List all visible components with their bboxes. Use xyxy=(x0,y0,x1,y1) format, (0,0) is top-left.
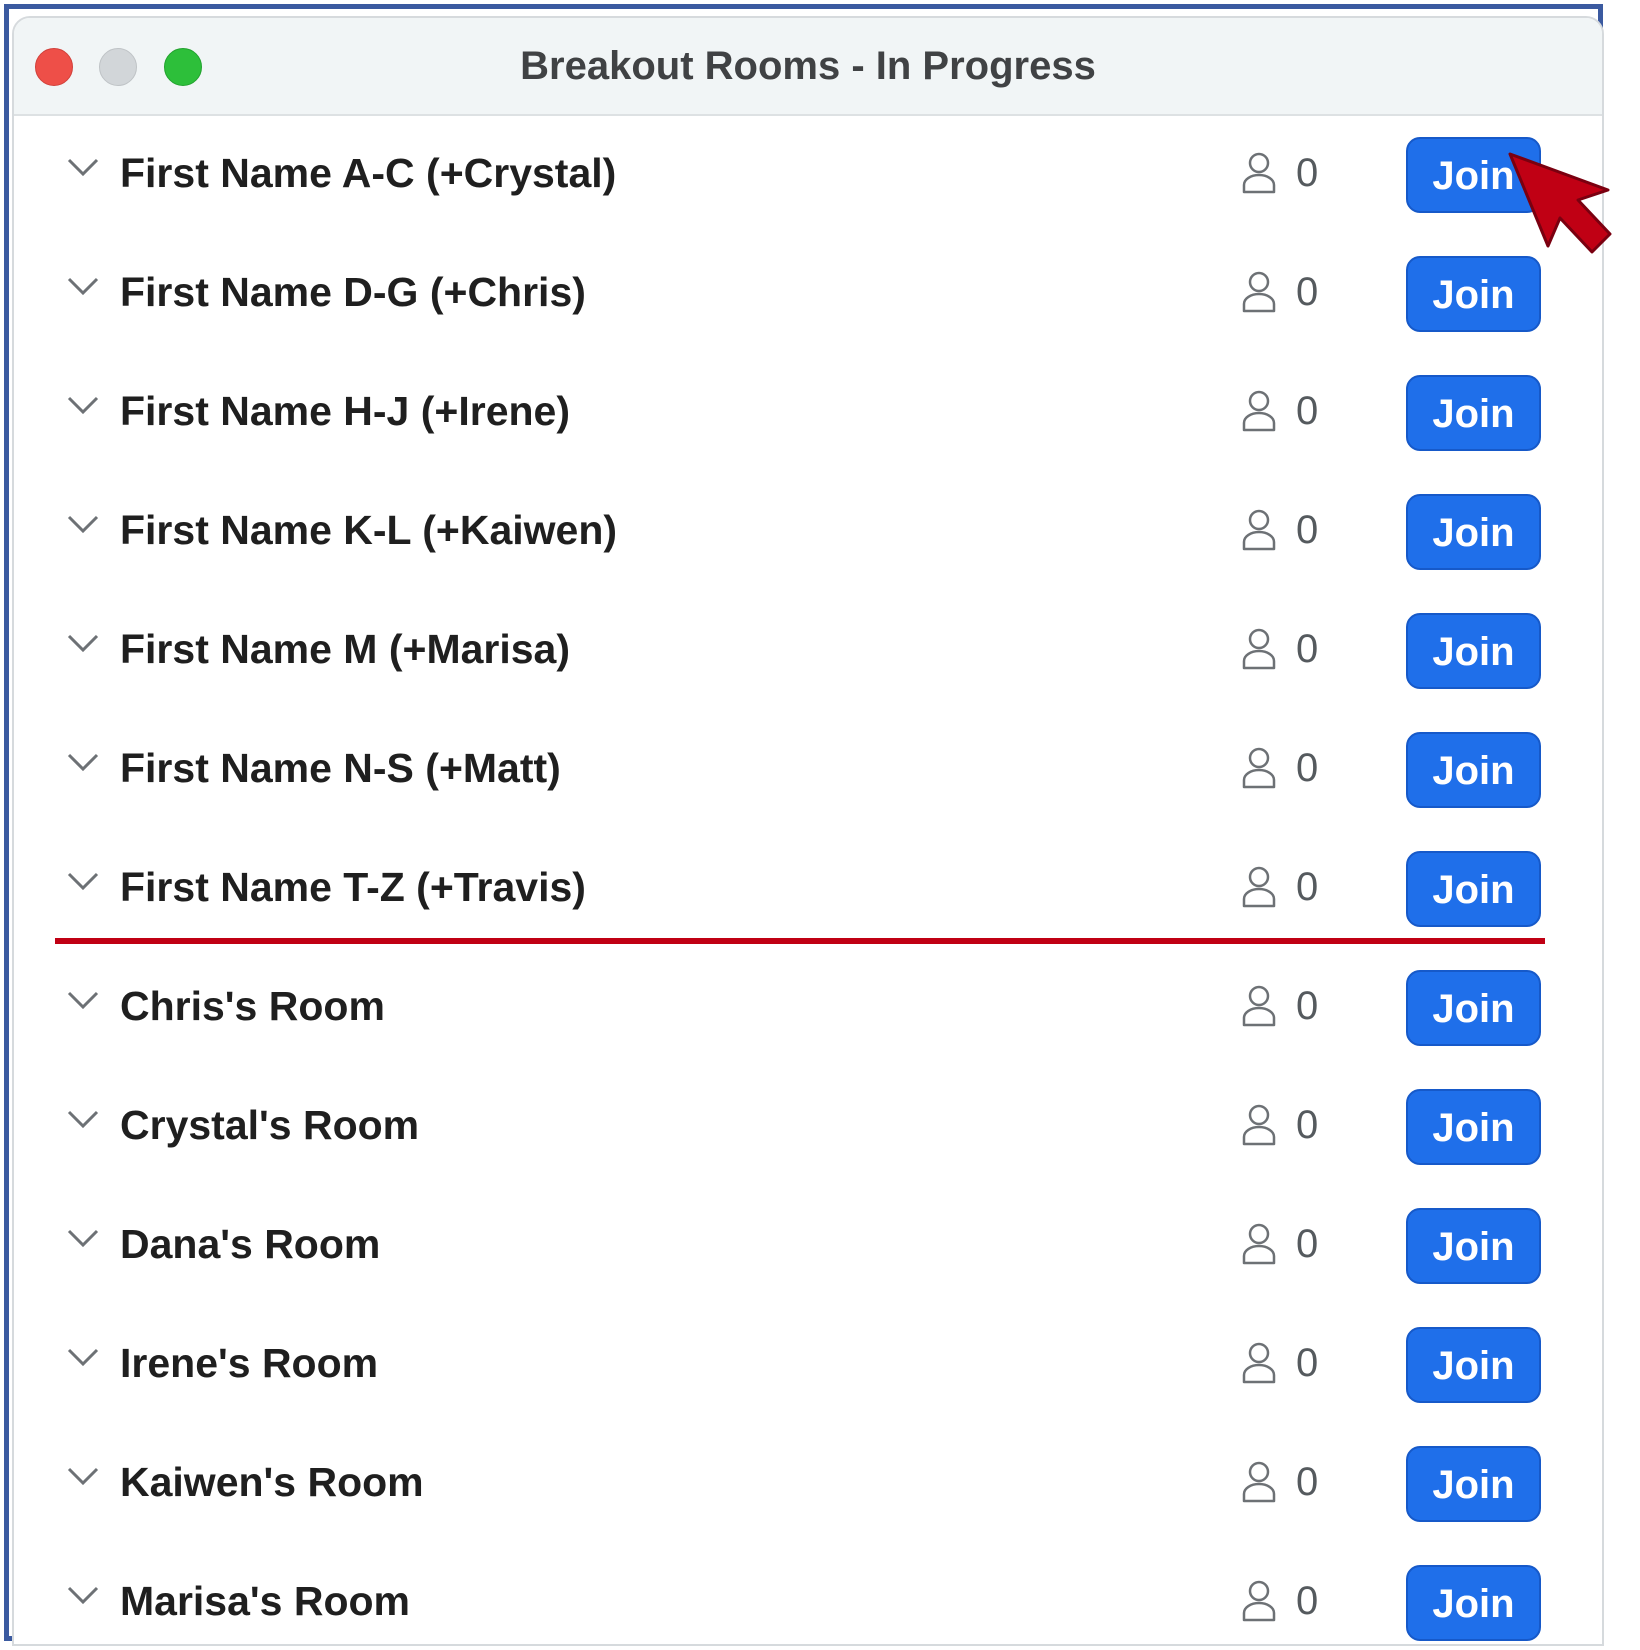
chevron-down-icon[interactable] xyxy=(66,154,100,180)
chevron-down-icon[interactable] xyxy=(66,749,100,775)
room-row: First Name A-C (+Crystal) 0 Join xyxy=(14,114,1602,233)
annotation-arrow-icon xyxy=(1504,150,1614,260)
room-name: First Name M (+Marisa) xyxy=(120,626,570,672)
room-list: First Name A-C (+Crystal) 0 Join First N… xyxy=(14,114,1602,1644)
join-button[interactable]: Join xyxy=(1406,256,1541,332)
person-icon xyxy=(1241,1460,1277,1504)
join-button[interactable]: Join xyxy=(1406,1327,1541,1403)
annotation-divider-line xyxy=(55,938,1545,944)
chevron-down-icon[interactable] xyxy=(66,987,100,1013)
join-button[interactable]: Join xyxy=(1406,1089,1541,1165)
room-name: First Name N-S (+Matt) xyxy=(120,745,561,791)
room-name: First Name A-C (+Crystal) xyxy=(120,150,617,196)
room-row: First Name D-G (+Chris) 0 Join xyxy=(14,233,1602,352)
breakout-rooms-window: Breakout Rooms - In Progress First Name … xyxy=(12,16,1604,1646)
join-button[interactable]: Join xyxy=(1406,1446,1541,1522)
join-button[interactable]: Join xyxy=(1406,1565,1541,1641)
person-icon xyxy=(1241,1341,1277,1385)
room-row: Chris's Room 0 Join xyxy=(14,947,1602,1066)
participant-count: 0 xyxy=(1296,627,1319,671)
room-name: Kaiwen's Room xyxy=(120,1459,424,1505)
chevron-down-icon[interactable] xyxy=(66,1463,100,1489)
person-icon xyxy=(1241,151,1277,195)
room-row: Crystal's Room 0 Join xyxy=(14,1066,1602,1185)
join-button[interactable]: Join xyxy=(1406,851,1541,927)
room-name: Marisa's Room xyxy=(120,1578,411,1624)
join-button[interactable]: Join xyxy=(1406,732,1541,808)
chevron-down-icon[interactable] xyxy=(66,1225,100,1251)
participant-count: 0 xyxy=(1296,1341,1319,1385)
room-row: Marisa's Room 0 Join xyxy=(14,1542,1602,1644)
room-row: Irene's Room 0 Join xyxy=(14,1304,1602,1423)
person-icon xyxy=(1241,746,1277,790)
chevron-down-icon[interactable] xyxy=(66,868,100,894)
room-name: First Name D-G (+Chris) xyxy=(120,269,586,315)
chevron-down-icon[interactable] xyxy=(66,1582,100,1608)
participant-count: 0 xyxy=(1296,865,1319,909)
room-name: Crystal's Room xyxy=(120,1102,420,1148)
participant-count: 0 xyxy=(1296,1579,1319,1623)
person-icon xyxy=(1241,389,1277,433)
join-button[interactable]: Join xyxy=(1406,970,1541,1046)
room-name: Irene's Room xyxy=(120,1340,379,1386)
room-row: First Name N-S (+Matt) 0 Join xyxy=(14,709,1602,828)
chevron-down-icon[interactable] xyxy=(66,511,100,537)
room-name: First Name H-J (+Irene) xyxy=(120,388,570,434)
room-name: Chris's Room xyxy=(120,983,385,1029)
person-icon xyxy=(1241,984,1277,1028)
room-name: First Name K-L (+Kaiwen) xyxy=(120,507,618,553)
room-row: Dana's Room 0 Join xyxy=(14,1185,1602,1304)
participant-count: 0 xyxy=(1296,1460,1319,1504)
room-row: First Name T-Z (+Travis) 0 Join xyxy=(14,828,1602,947)
chevron-down-icon[interactable] xyxy=(66,1106,100,1132)
room-name: Dana's Room xyxy=(120,1221,381,1267)
participant-count: 0 xyxy=(1296,984,1319,1028)
room-row: First Name K-L (+Kaiwen) 0 Join xyxy=(14,471,1602,590)
person-icon xyxy=(1241,1579,1277,1623)
participant-count: 0 xyxy=(1296,389,1319,433)
chevron-down-icon[interactable] xyxy=(66,273,100,299)
window-title: Breakout Rooms - In Progress xyxy=(520,44,1096,88)
join-button[interactable]: Join xyxy=(1406,613,1541,689)
room-row: Kaiwen's Room 0 Join xyxy=(14,1423,1602,1542)
person-icon xyxy=(1241,627,1277,671)
participant-count: 0 xyxy=(1296,508,1319,552)
person-icon xyxy=(1241,270,1277,314)
participant-count: 0 xyxy=(1296,1103,1319,1147)
participant-count: 0 xyxy=(1296,746,1319,790)
person-icon xyxy=(1241,1103,1277,1147)
room-row: First Name H-J (+Irene) 0 Join xyxy=(14,352,1602,471)
participant-count: 0 xyxy=(1296,270,1319,314)
room-row: First Name M (+Marisa) 0 Join xyxy=(14,590,1602,709)
chevron-down-icon[interactable] xyxy=(66,392,100,418)
join-button[interactable]: Join xyxy=(1406,375,1541,451)
participant-count: 0 xyxy=(1296,1222,1319,1266)
join-button[interactable]: Join xyxy=(1406,494,1541,570)
chevron-down-icon[interactable] xyxy=(66,630,100,656)
join-button[interactable]: Join xyxy=(1406,1208,1541,1284)
person-icon xyxy=(1241,865,1277,909)
room-name: First Name T-Z (+Travis) xyxy=(120,864,586,910)
participant-count: 0 xyxy=(1296,151,1319,195)
chevron-down-icon[interactable] xyxy=(66,1344,100,1370)
title-bar: Breakout Rooms - In Progress xyxy=(14,18,1602,116)
person-icon xyxy=(1241,1222,1277,1266)
person-icon xyxy=(1241,508,1277,552)
